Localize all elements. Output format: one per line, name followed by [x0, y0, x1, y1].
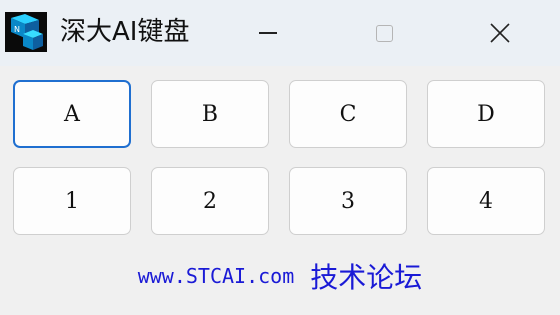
forum-link[interactable]: 技术论坛 — [310, 256, 422, 296]
window-title: 深大AI键盘 — [60, 17, 190, 47]
footer-links: www.STCAI.com 技术论坛 — [0, 256, 560, 296]
key-2-button[interactable]: 2 — [151, 167, 269, 235]
key-4-button[interactable]: 4 — [427, 167, 545, 235]
key-a-button[interactable]: A — [13, 80, 131, 148]
key-1-button[interactable]: 1 — [13, 167, 131, 235]
close-icon — [490, 23, 510, 43]
title-bar[interactable]: N 深大AI键盘 — [0, 0, 560, 66]
app-cube-icon: N — [5, 12, 47, 52]
minimize-button[interactable] — [238, 0, 298, 66]
key-3-button[interactable]: 3 — [289, 167, 407, 235]
app-window: N 深大AI键盘 A B C D 1 2 3 4 www.STCAI.com 技… — [0, 0, 560, 315]
site-link[interactable]: www.STCAI.com — [138, 264, 295, 288]
key-d-button[interactable]: D — [427, 80, 545, 148]
close-button[interactable] — [470, 0, 530, 66]
key-b-button[interactable]: B — [151, 80, 269, 148]
maximize-icon — [375, 24, 393, 42]
keyboard-panel: A B C D 1 2 3 4 www.STCAI.com 技术论坛 — [0, 66, 560, 315]
maximize-button[interactable] — [354, 0, 414, 66]
key-c-button[interactable]: C — [289, 80, 407, 148]
svg-text:N: N — [14, 25, 20, 34]
minimize-icon — [259, 32, 277, 34]
